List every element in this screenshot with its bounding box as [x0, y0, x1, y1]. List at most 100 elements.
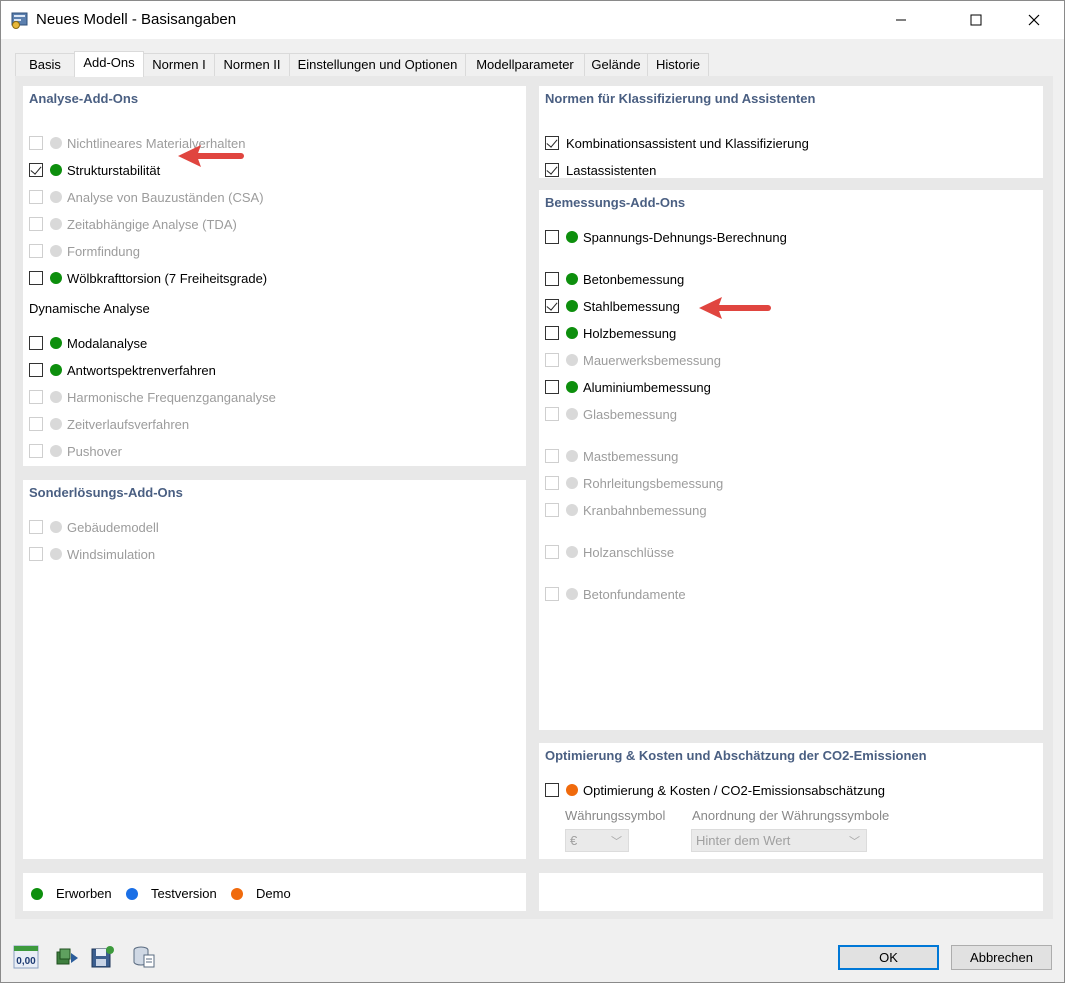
- tab-normen-i[interactable]: Normen I: [143, 53, 215, 76]
- checkbox: [545, 407, 559, 421]
- database-icon[interactable]: [131, 944, 157, 970]
- checkbox: [29, 217, 43, 231]
- checkbox: [29, 417, 43, 431]
- addon-item[interactable]: Antwortspektrenverfahren: [29, 361, 216, 379]
- checkbox[interactable]: [545, 272, 559, 286]
- empty-panel: [539, 873, 1043, 911]
- addon-item-label: Kombinationsassistent und Klassifizierun…: [566, 135, 809, 151]
- tab-einstellungen[interactable]: Einstellungen und Optionen: [289, 53, 466, 76]
- analysis-addons-panel: Analyse-Add-Ons Nichtlineares Materialve…: [23, 86, 526, 466]
- tab-normen-ii[interactable]: Normen II: [214, 53, 290, 76]
- save-defaults-icon[interactable]: [89, 944, 115, 970]
- special-addons-title: Sonderlösungs-Add-Ons: [29, 485, 183, 500]
- optimization-item[interactable]: Optimierung & Kosten / CO2-Emissionsabsc…: [545, 781, 885, 799]
- maximize-button[interactable]: [953, 1, 999, 39]
- tab-historie[interactable]: Historie: [647, 53, 709, 76]
- addon-item: Betonfundamente: [545, 585, 686, 603]
- status-dot-icon: [566, 408, 578, 420]
- checkbox[interactable]: [545, 326, 559, 340]
- checkbox: [29, 520, 43, 534]
- checkbox: [29, 390, 43, 404]
- addon-item-label: Gebäudemodell: [67, 519, 159, 535]
- addon-item[interactable]: Aluminiumbemessung: [545, 378, 711, 396]
- cancel-button[interactable]: Abbrechen: [951, 945, 1052, 970]
- addon-item[interactable]: Wölbkrafttorsion (7 Freiheitsgrade): [29, 269, 267, 287]
- addon-item-label: Rohrleitungsbemessung: [583, 475, 724, 491]
- status-dot-icon: [50, 272, 62, 284]
- addon-item[interactable]: Strukturstabilität: [29, 161, 160, 179]
- checkbox[interactable]: [545, 230, 559, 244]
- maximize-icon: [970, 14, 982, 26]
- addon-item-label: Formfindung: [67, 243, 140, 259]
- tab-modellparameter[interactable]: Modellparameter: [465, 53, 585, 76]
- tab-add-ons[interactable]: Add-Ons: [74, 51, 144, 77]
- tab-basis[interactable]: Basis: [15, 53, 75, 76]
- currency-label: Währungssymbol: [565, 808, 666, 823]
- addon-item[interactable]: Stahlbemessung: [545, 297, 680, 315]
- checkbox: [545, 587, 559, 601]
- checkbox: [29, 190, 43, 204]
- checkbox[interactable]: [29, 363, 43, 377]
- checkbox: [29, 244, 43, 258]
- addon-item-label: Mauerwerksbemessung: [583, 352, 722, 368]
- addon-item-label: Glasbemessung: [583, 406, 677, 422]
- addon-item[interactable]: Kombinationsassistent und Klassifizierun…: [545, 134, 809, 152]
- addon-item[interactable]: Holzbemessung: [545, 324, 676, 342]
- checkbox[interactable]: [29, 336, 43, 350]
- status-dot-icon: [31, 887, 43, 900]
- status-dot-icon: [566, 504, 578, 516]
- currency-select[interactable]: € ﹀: [565, 829, 629, 852]
- addon-item[interactable]: Lastassistenten: [545, 161, 656, 179]
- addon-item: Harmonische Frequenzganganalyse: [29, 388, 276, 406]
- checkbox: [545, 353, 559, 367]
- addon-item: Analyse von Bauzuständen (CSA): [29, 188, 264, 206]
- legend-erworben: Erworben: [31, 886, 112, 901]
- addon-item: Zeitabhängige Analyse (TDA): [29, 215, 237, 233]
- legend-testversion: Testversion: [126, 886, 217, 901]
- addon-item-label: Modalanalyse: [67, 335, 148, 351]
- addon-item-label: Strukturstabilität: [67, 162, 161, 178]
- checkbox[interactable]: [545, 299, 559, 313]
- addon-item: Formfindung: [29, 242, 140, 260]
- app-icon: [11, 12, 28, 29]
- minimize-button[interactable]: [878, 1, 924, 39]
- close-button[interactable]: [1011, 1, 1057, 39]
- optimization-item-label: Optimierung & Kosten / CO2-Emissionsabsc…: [583, 782, 886, 798]
- addon-item-label: Mastbemessung: [583, 448, 679, 464]
- status-dot-icon: [566, 273, 578, 285]
- addon-item[interactable]: Betonbemessung: [545, 270, 684, 288]
- tab-gelaende[interactable]: Gelände: [584, 53, 648, 76]
- checkbox[interactable]: [545, 136, 559, 150]
- checkbox: [29, 444, 43, 458]
- status-dot-icon: [50, 137, 62, 149]
- addon-item: Mauerwerksbemessung: [545, 351, 721, 369]
- checkbox: [29, 136, 43, 150]
- addon-item-label: Zeitverlaufsverfahren: [67, 416, 190, 432]
- addon-item: Rohrleitungsbemessung: [545, 474, 723, 492]
- checkbox: [545, 476, 559, 490]
- checkbox[interactable]: [545, 163, 559, 177]
- addon-item: Holzanschlüsse: [545, 543, 674, 561]
- checkbox: [545, 449, 559, 463]
- addon-item-label: Betonfundamente: [583, 586, 686, 602]
- status-dot-icon: [50, 191, 62, 203]
- chevron-down-icon: ﹀: [849, 836, 860, 848]
- checkbox[interactable]: [29, 163, 43, 177]
- model-transfer-icon[interactable]: [54, 944, 80, 970]
- ok-button[interactable]: OK: [838, 945, 939, 970]
- addon-item[interactable]: Spannungs-Dehnungs-Berechnung: [545, 228, 787, 246]
- placement-select[interactable]: Hinter dem Wert ﹀: [691, 829, 867, 852]
- checkbox[interactable]: [29, 271, 43, 285]
- addon-item: Zeitverlaufsverfahren: [29, 415, 189, 433]
- addon-item: Kranbahnbemessung: [545, 501, 707, 519]
- addon-item-label: Antwortspektrenverfahren: [67, 362, 216, 378]
- status-dot-icon: [50, 521, 62, 533]
- addon-item[interactable]: Modalanalyse: [29, 334, 147, 352]
- legend-label: Demo: [256, 886, 291, 901]
- status-dot-icon: [50, 364, 62, 376]
- checkbox[interactable]: [545, 783, 559, 797]
- units-icon[interactable]: 0,00: [13, 944, 39, 970]
- checkbox[interactable]: [545, 380, 559, 394]
- status-dot-icon: [566, 354, 578, 366]
- optimization-title: Optimierung & Kosten und Abschätzung der…: [545, 748, 927, 763]
